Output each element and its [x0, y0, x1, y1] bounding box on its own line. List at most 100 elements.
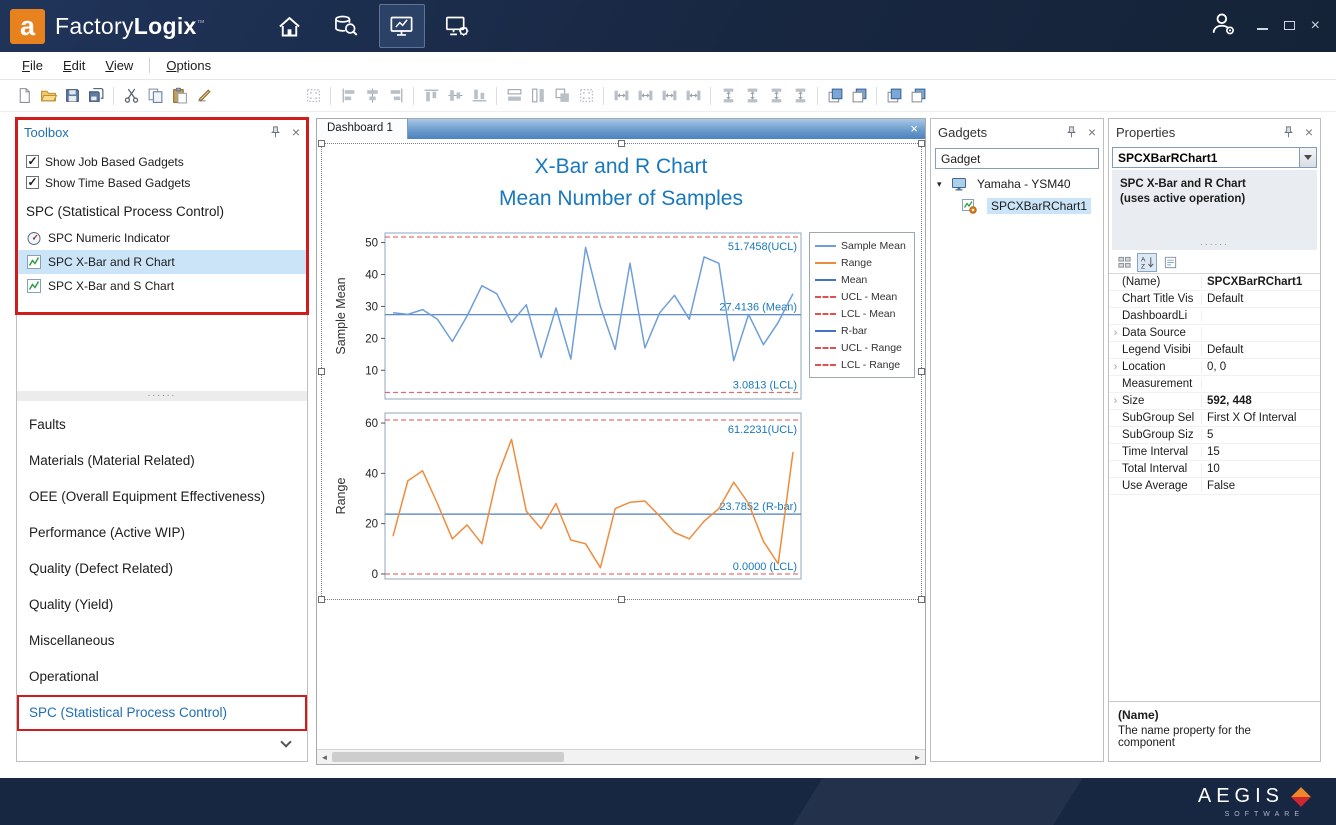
space-down-button[interactable] — [716, 84, 740, 108]
property-value[interactable]: False — [1202, 480, 1320, 492]
horizontal-scrollbar[interactable]: ◄ ► — [317, 749, 925, 764]
dropdown-button[interactable] — [1299, 148, 1316, 167]
home-button[interactable] — [267, 4, 313, 48]
expand-chevron-icon[interactable]: › — [1109, 395, 1122, 407]
cut-button[interactable] — [119, 84, 143, 108]
make-same-width-button[interactable] — [502, 84, 526, 108]
pin-icon[interactable] — [1064, 125, 1079, 140]
copy-button[interactable] — [143, 84, 167, 108]
send-to-back-button[interactable] — [847, 84, 871, 108]
property-row[interactable]: DashboardLi — [1109, 308, 1320, 325]
toolbox-category[interactable]: SPC (Statistical Process Control) — [17, 695, 307, 731]
bring-to-front-button[interactable] — [823, 84, 847, 108]
checkbox-icon[interactable]: ✓ — [26, 155, 39, 168]
close-tab-button[interactable]: × — [910, 121, 918, 136]
system-config-button[interactable] — [435, 4, 481, 48]
remove-hspace-button[interactable] — [681, 84, 705, 108]
space-across-button[interactable] — [609, 84, 633, 108]
align-left-button[interactable] — [336, 84, 360, 108]
toolbox-item[interactable]: SPC X-Bar and R Chart — [17, 250, 307, 274]
align-top-button[interactable] — [419, 84, 443, 108]
close-panel-button[interactable]: × — [1088, 125, 1096, 139]
tree-expander-icon[interactable]: ▾ — [937, 179, 947, 190]
group-button[interactable] — [882, 84, 906, 108]
toolbox-category[interactable]: Materials (Material Related) — [17, 443, 307, 479]
close-panel-button[interactable]: × — [1305, 125, 1313, 139]
size-to-grid-button[interactable] — [574, 84, 598, 108]
toolbox-category[interactable]: OEE (Overall Equipment Effectiveness) — [17, 479, 307, 515]
property-row[interactable]: Use AverageFalse — [1109, 478, 1320, 495]
toolbox-category[interactable]: Quality (Defect Related) — [17, 551, 307, 587]
property-value[interactable]: 15 — [1202, 446, 1320, 458]
property-value[interactable]: Default — [1202, 293, 1320, 305]
alphabetical-sort-button[interactable] — [1137, 253, 1157, 272]
maximize-button[interactable] — [1284, 17, 1295, 35]
close-panel-button[interactable]: × — [292, 125, 300, 139]
property-row[interactable]: SubGroup Siz5 — [1109, 427, 1320, 444]
save-button[interactable] — [60, 84, 84, 108]
dashboard-designer-button[interactable] — [379, 4, 425, 48]
align-middle-button[interactable] — [443, 84, 467, 108]
checkbox-icon[interactable]: ✓ — [26, 176, 39, 189]
property-row[interactable]: ›Data Source — [1109, 325, 1320, 342]
checkbox-row[interactable]: ✓Show Time Based Gadgets — [17, 172, 307, 193]
property-value[interactable]: 592, 448 — [1202, 395, 1320, 407]
checkbox-row[interactable]: ✓Show Job Based Gadgets — [17, 151, 307, 172]
property-row[interactable]: SubGroup SelFirst X Of Interval — [1109, 410, 1320, 427]
new-dashboard-button[interactable] — [12, 84, 36, 108]
property-row[interactable]: (Name)SPCXBarRChart1 — [1109, 274, 1320, 291]
object-selector-dropdown[interactable]: SPCXBarRChart1 — [1112, 147, 1317, 168]
property-value[interactable]: Default — [1202, 344, 1320, 356]
categorized-view-button[interactable] — [1114, 253, 1134, 272]
selection-handle[interactable] — [918, 140, 925, 147]
selection-handle[interactable] — [318, 140, 325, 147]
property-pages-button[interactable] — [1160, 253, 1180, 272]
increase-vspace-button[interactable] — [740, 84, 764, 108]
property-row[interactable]: Legend VisibiDefault — [1109, 342, 1320, 359]
toolbox-category[interactable]: Quality (Yield) — [17, 587, 307, 623]
tree-node-gadget[interactable]: SPCXBarRChart1 — [931, 195, 1103, 217]
menu-item-file[interactable]: File — [12, 54, 53, 77]
selection-handle[interactable] — [318, 596, 325, 603]
toolbox-category[interactable]: Performance (Active WIP) — [17, 515, 307, 551]
decrease-vspace-button[interactable] — [764, 84, 788, 108]
scrollbar-thumb[interactable] — [332, 752, 564, 762]
scroll-left-icon[interactable]: ◄ — [317, 753, 332, 762]
panel-splitter[interactable]: ...... — [1112, 237, 1317, 248]
data-search-button[interactable] — [323, 4, 369, 48]
toolbox-category[interactable]: Faults — [17, 407, 307, 443]
align-right-button[interactable] — [384, 84, 408, 108]
property-value[interactable]: First X Of Interval — [1202, 412, 1320, 424]
property-row[interactable]: Total Interval10 — [1109, 461, 1320, 478]
selection-handle[interactable] — [918, 596, 925, 603]
property-row[interactable]: Measurement — [1109, 376, 1320, 393]
property-value[interactable]: SPCXBarRChart1 — [1202, 276, 1320, 288]
delete-button[interactable] — [191, 84, 215, 108]
paste-button[interactable] — [167, 84, 191, 108]
property-value[interactable]: 5 — [1202, 429, 1320, 441]
menu-item-view[interactable]: View — [95, 54, 143, 77]
pin-icon[interactable] — [268, 125, 283, 140]
make-same-size-button[interactable] — [550, 84, 574, 108]
save-all-button[interactable] — [84, 84, 108, 108]
design-canvas[interactable]: X-Bar and R Chart Mean Number of Samples… — [317, 139, 925, 749]
align-center-button[interactable] — [360, 84, 384, 108]
minimize-button[interactable] — [1257, 17, 1268, 35]
close-window-button[interactable]: × — [1311, 19, 1320, 33]
toolbox-category[interactable]: Operational — [17, 659, 307, 695]
menu-item-options[interactable]: Options — [156, 54, 221, 77]
pin-icon[interactable] — [1281, 125, 1296, 140]
decrease-hspace-button[interactable] — [657, 84, 681, 108]
toolbox-item[interactable]: SPC X-Bar and S Chart — [17, 274, 307, 298]
property-value[interactable]: 0, 0 — [1202, 361, 1320, 373]
make-same-height-button[interactable] — [526, 84, 550, 108]
selection-handle[interactable] — [918, 368, 925, 375]
gadget-filter-input[interactable] — [935, 148, 1099, 169]
snap-to-grid-button[interactable] — [301, 84, 325, 108]
align-bottom-button[interactable] — [467, 84, 491, 108]
scroll-down-button[interactable] — [279, 737, 293, 751]
property-row[interactable]: ›Location0, 0 — [1109, 359, 1320, 376]
tree-node-machine[interactable]: ▾ Yamaha - YSM40 — [931, 173, 1103, 195]
ungroup-button[interactable] — [906, 84, 930, 108]
property-row[interactable]: ›Size592, 448 — [1109, 393, 1320, 410]
